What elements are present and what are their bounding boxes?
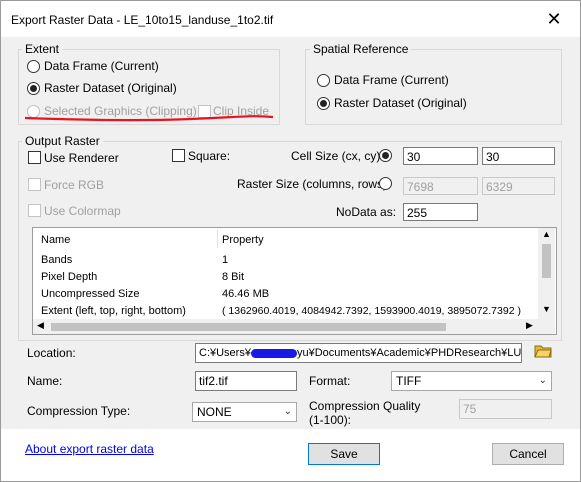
use-renderer-label: Use Renderer — [44, 151, 119, 165]
format-value: TIFF — [396, 374, 422, 388]
compression-quality-label-line2: (1-100): — [309, 413, 352, 427]
header-divider — [217, 230, 218, 248]
use-renderer-checkbox[interactable] — [28, 151, 41, 164]
chevron-down-icon: ⌄ — [283, 406, 292, 417]
row-bands-value: 1 — [222, 254, 229, 266]
compression-type-label: Compression Type: — [27, 404, 131, 418]
extent-data-frame-radio[interactable] — [27, 60, 40, 73]
location-path-prefix: C:¥Users¥ — [199, 347, 251, 359]
output-raster-legend: Output Raster — [22, 134, 103, 148]
row-uncompressed-size-value: 46.46 MB — [222, 288, 270, 300]
header-property: Property — [222, 234, 264, 246]
use-colormap-checkbox[interactable] — [28, 204, 41, 217]
nodata-field[interactable]: 255 — [403, 203, 478, 221]
spatial-reference-legend: Spatial Reference — [310, 42, 412, 56]
location-path-suffix: yu¥Documents¥Academic¥PHDResearch¥LUCC — [296, 347, 522, 359]
horizontal-scroll-thumb[interactable] — [51, 323, 446, 331]
row-extent-value: ( 1362960.4019, 4084942.7392, 1593900.40… — [222, 305, 521, 317]
force-rgb-label: Force RGB — [44, 178, 105, 192]
compression-quality-label-line1: Compression Quality — [309, 399, 421, 413]
scroll-corner — [538, 319, 555, 334]
compression-quality-field[interactable]: 75 — [459, 399, 552, 419]
square-checkbox[interactable] — [172, 149, 185, 162]
row-pixel-depth-value: 8 Bit — [222, 271, 245, 283]
format-label: Format: — [309, 374, 351, 388]
extent-data-frame-label: Data Frame (Current) — [44, 59, 159, 73]
export-raster-dialog: Export Raster Data - LE_10to15_landuse_1… — [0, 0, 581, 482]
close-icon[interactable]: ✕ — [541, 7, 567, 31]
name-field[interactable]: tif2.tif — [195, 371, 297, 391]
redacted-username — [250, 348, 297, 358]
sr-raster-dataset-radio[interactable] — [317, 97, 330, 110]
name-label: Name: — [27, 374, 63, 388]
cell-size-label: Cell Size (cx, cy): — [291, 149, 384, 163]
compression-type-combo[interactable]: NONE ⌄ — [192, 402, 297, 422]
cancel-button[interactable]: Cancel — [492, 443, 564, 465]
scroll-right-icon[interactable]: ▶ — [526, 320, 533, 331]
vertical-scrollbar[interactable]: ▲ ▼ — [538, 228, 555, 319]
vertical-scroll-thumb[interactable] — [542, 244, 551, 278]
raster-size-radio[interactable] — [379, 177, 392, 190]
spatial-reference-group — [305, 49, 562, 125]
cell-size-radio[interactable] — [379, 149, 392, 162]
nodata-label: NoData as: — [336, 205, 397, 219]
sr-data-frame-radio[interactable] — [317, 74, 330, 87]
compression-type-value: NONE — [197, 405, 232, 419]
window-title: Export Raster Data - LE_10to15_landuse_1… — [11, 13, 274, 27]
raster-rows-field[interactable]: 6329 — [482, 177, 555, 195]
location-field[interactable]: C:¥Users¥ yu¥Documents¥Academic¥PHDResear… — [195, 343, 522, 363]
horizontal-scrollbar[interactable]: ◀ ▶ — [33, 319, 538, 334]
row-pixel-depth-name: Pixel Depth — [41, 271, 98, 283]
scroll-left-icon[interactable]: ◀ — [37, 320, 44, 331]
folder-icon[interactable] — [534, 341, 552, 359]
extent-raster-dataset-radio[interactable] — [27, 82, 40, 95]
title-bar: Export Raster Data - LE_10to15_landuse_1… — [1, 1, 580, 37]
extent-raster-dataset-label: Raster Dataset (Original) — [44, 81, 177, 95]
scroll-up-icon[interactable]: ▲ — [542, 229, 551, 239]
cell-size-cx-field[interactable]: 30 — [403, 147, 478, 165]
row-uncompressed-size-name: Uncompressed Size — [41, 288, 140, 300]
properties-list[interactable]: Name Property Bands 1 Pixel Depth 8 Bit … — [32, 227, 557, 335]
raster-columns-field[interactable]: 7698 — [403, 177, 478, 195]
sr-data-frame-label: Data Frame (Current) — [334, 73, 449, 87]
row-extent-name: Extent (left, top, right, bottom) — [41, 305, 186, 317]
location-label: Location: — [27, 346, 76, 360]
cell-size-cy-field[interactable]: 30 — [482, 147, 555, 165]
format-combo[interactable]: TIFF ⌄ — [391, 371, 552, 391]
force-rgb-checkbox[interactable] — [28, 178, 41, 191]
header-name: Name — [41, 234, 71, 246]
row-bands-name: Bands — [41, 254, 73, 266]
scroll-down-icon[interactable]: ▼ — [542, 304, 551, 314]
chevron-down-icon: ⌄ — [538, 375, 547, 386]
use-colormap-label: Use Colormap — [44, 204, 121, 218]
raster-size-label: Raster Size (columns, rows): — [237, 177, 391, 191]
extent-legend: Extent — [22, 42, 63, 56]
save-button[interactable]: Save — [308, 443, 380, 465]
red-underline-annotation — [24, 115, 274, 122]
square-label: Square: — [188, 149, 231, 163]
about-export-link[interactable]: About export raster data — [25, 442, 154, 456]
sr-raster-dataset-label: Raster Dataset (Original) — [334, 96, 467, 110]
